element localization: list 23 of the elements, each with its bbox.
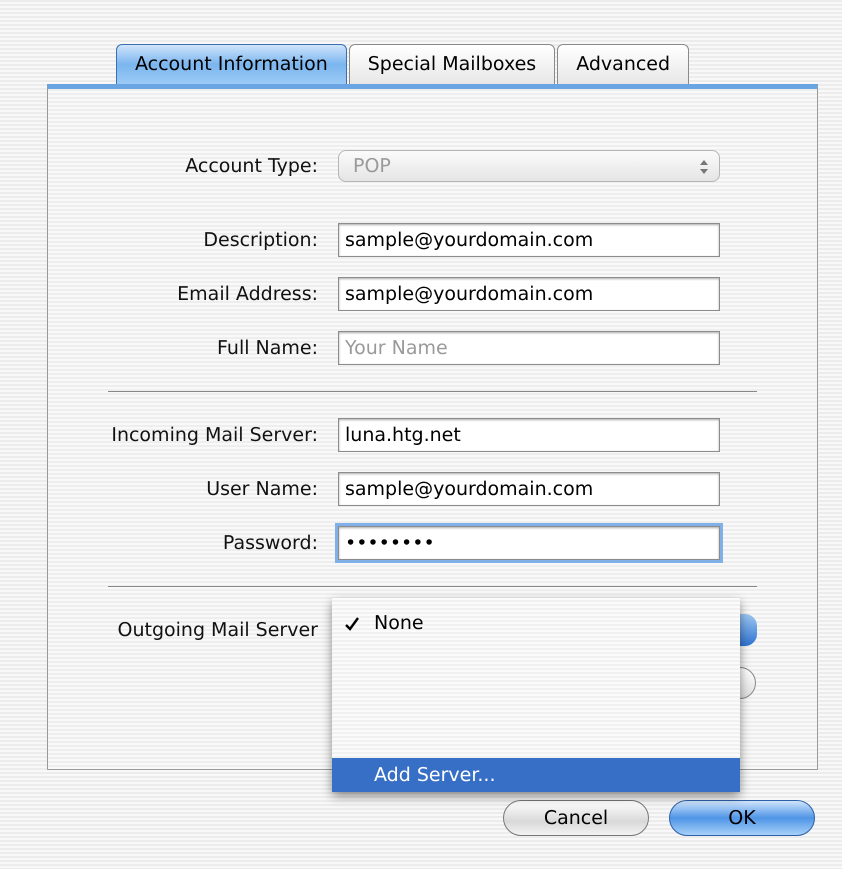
input-field[interactable]: sample@yourdomain.com <box>338 223 720 257</box>
menu-item[interactable]: None <box>332 606 740 640</box>
tab[interactable]: Advanced <box>557 44 690 84</box>
input-field[interactable]: luna.htg.net <box>338 418 720 452</box>
field-label: Account Type: <box>184 154 319 179</box>
checkmark-icon <box>344 616 360 632</box>
menu-item[interactable]: Add Server... <box>332 758 740 792</box>
field-label: Outgoing Mail Server <box>116 618 319 643</box>
tab[interactable]: Account Information <box>116 44 347 84</box>
input-field[interactable]: Your Name <box>338 331 720 365</box>
field-label: Full Name: <box>216 336 319 361</box>
field-label: Description: <box>202 228 319 253</box>
dialog-button[interactable]: OK <box>669 800 815 836</box>
input-field[interactable]: •••••••• <box>338 526 720 560</box>
input-field[interactable]: sample@yourdomain.com <box>338 277 720 311</box>
input-field[interactable]: sample@yourdomain.com <box>338 472 720 506</box>
field-label: Password: <box>222 530 319 556</box>
field-label: User Name: <box>205 476 319 502</box>
stepper-arrows-icon <box>699 158 709 176</box>
field-label: Email Address: <box>176 282 319 307</box>
field-label: Incoming Mail Server: <box>110 422 319 448</box>
dialog-button[interactable]: Cancel <box>503 800 649 836</box>
tab[interactable]: Special Mailboxes <box>348 44 556 84</box>
